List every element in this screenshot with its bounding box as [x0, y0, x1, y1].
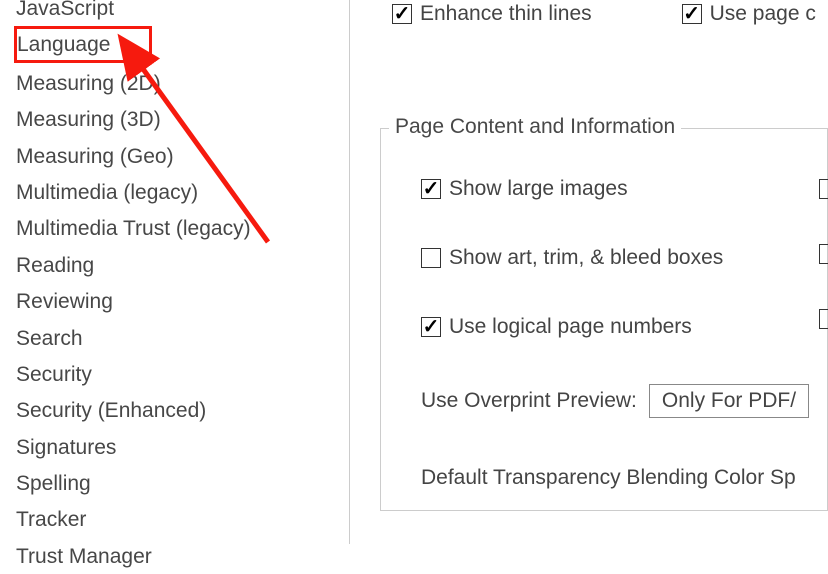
enhance-thin-lines-checkbox[interactable] — [392, 4, 412, 24]
show-large-images-checkbox[interactable] — [421, 179, 441, 199]
sidebar-item-language[interactable]: Language — [14, 26, 152, 62]
sidebar-item-signatures[interactable]: Signatures — [14, 429, 349, 465]
use-page-label: Use page c — [710, 2, 816, 26]
show-art-trim-label: Show art, trim, & bleed boxes — [449, 246, 723, 270]
use-logical-page-numbers-checkbox[interactable] — [421, 317, 441, 337]
sidebar-item-reading[interactable]: Reading — [14, 247, 349, 283]
sidebar-item-search[interactable]: Search — [14, 320, 349, 356]
right-checkbox-1[interactable] — [819, 179, 828, 199]
sidebar-item-tracker[interactable]: Tracker — [14, 501, 349, 537]
sidebar-item-javascript[interactable]: JavaScript — [14, 0, 349, 26]
sidebar-item-measuring-3d[interactable]: Measuring (3D) — [14, 101, 349, 137]
preferences-categories-list: JavaScript Language Measuring (2D) Measu… — [0, 0, 350, 544]
sidebar-item-trust-manager[interactable]: Trust Manager — [14, 538, 349, 574]
show-large-images-label: Show large images — [449, 177, 628, 201]
sidebar-item-multimedia-legacy[interactable]: Multimedia (legacy) — [14, 174, 349, 210]
transparency-blending-label: Default Transparency Blending Color Sp — [421, 466, 827, 490]
use-page-checkbox[interactable] — [682, 4, 702, 24]
overprint-preview-select[interactable]: Only For PDF/ — [649, 384, 809, 418]
sidebar-item-security-enhanced[interactable]: Security (Enhanced) — [14, 392, 349, 428]
sidebar-item-reviewing[interactable]: Reviewing — [14, 283, 349, 319]
right-checkbox-3[interactable] — [819, 309, 828, 329]
fieldset-legend: Page Content and Information — [389, 115, 681, 139]
page-content-fieldset: Page Content and Information Show large … — [380, 128, 828, 511]
right-checkbox-2[interactable] — [819, 244, 828, 264]
overprint-preview-label: Use Overprint Preview: — [421, 389, 637, 413]
preferences-main-panel: Enhance thin lines Use page c Page Conte… — [350, 0, 828, 544]
sidebar-item-multimedia-trust-legacy[interactable]: Multimedia Trust (legacy) — [14, 210, 349, 246]
show-art-trim-checkbox[interactable] — [421, 248, 441, 268]
sidebar-item-measuring-geo[interactable]: Measuring (Geo) — [14, 138, 349, 174]
enhance-thin-lines-label: Enhance thin lines — [420, 2, 592, 26]
sidebar-item-spelling[interactable]: Spelling — [14, 465, 349, 501]
use-logical-page-numbers-label: Use logical page numbers — [449, 315, 692, 339]
sidebar-item-measuring-2d[interactable]: Measuring (2D) — [14, 65, 349, 101]
sidebar-item-security[interactable]: Security — [14, 356, 349, 392]
